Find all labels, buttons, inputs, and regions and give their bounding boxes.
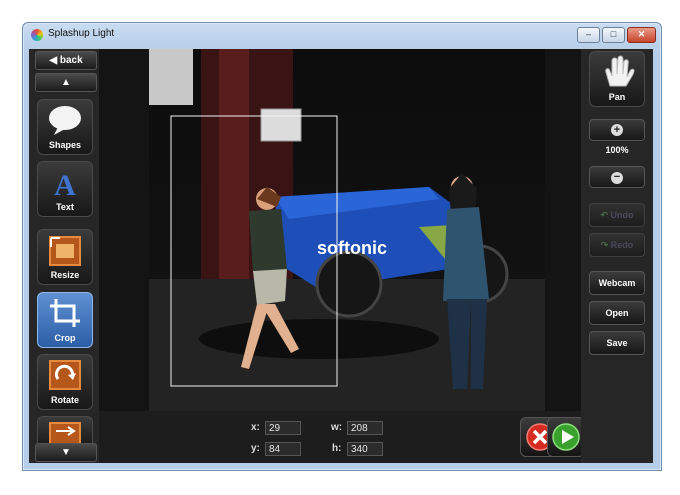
save-label: Save <box>606 338 628 348</box>
height-field[interactable]: 340 <box>347 442 383 456</box>
webcam-button[interactable]: Webcam <box>589 271 645 295</box>
shapes-tool-button[interactable]: Shapes <box>37 99 93 155</box>
pan-label: Pan <box>608 92 626 102</box>
options-sidebar: Pan + 100% − ↶ Undo ↷ Redo Webcam Open S… <box>581 49 653 463</box>
x-label: x: <box>251 422 260 433</box>
crop-coordinates-bar: x: 29 w: 208 y: 84 h: 340 <box>99 411 581 463</box>
app-logo-icon <box>31 29 43 41</box>
photo: softonic <box>149 49 545 411</box>
rotate-tool-button[interactable]: Rotate <box>37 354 93 410</box>
crop-tool-label: Crop <box>54 333 76 343</box>
w-label: w: <box>331 422 343 433</box>
play-arrow-icon <box>552 423 580 451</box>
x-field[interactable]: 29 <box>265 421 301 435</box>
y-label: y: <box>251 443 260 454</box>
y-field[interactable]: 84 <box>265 442 301 456</box>
undo-label: Undo <box>610 210 634 220</box>
tools-sidebar: ◀ back ▲ Shapes A Text Resize Crop Rotat… <box>29 49 99 463</box>
back-button[interactable]: ◀ back <box>35 51 97 70</box>
scroll-up-button[interactable]: ▲ <box>35 73 97 92</box>
maximize-button[interactable]: □ <box>602 27 625 43</box>
svg-text:A: A <box>54 169 76 202</box>
webcam-label: Webcam <box>598 278 636 288</box>
redo-button[interactable]: ↷ Redo <box>589 233 645 257</box>
minimize-button[interactable]: – <box>577 27 600 43</box>
letter-a-icon: A <box>54 169 76 202</box>
close-button[interactable]: ✕ <box>627 27 656 43</box>
undo-icon: ↶ <box>600 210 609 220</box>
shapes-tool-label: Shapes <box>48 140 81 150</box>
redo-label: Redo <box>610 240 634 250</box>
arrow-up-icon: ▲ <box>61 77 71 88</box>
zoom-in-button[interactable]: + <box>589 119 645 141</box>
app-window: Splashup Light – □ ✕ ◀ back ▲ Shapes A T… <box>22 22 662 471</box>
scroll-down-button[interactable]: ▼ <box>35 443 97 462</box>
client-area: ◀ back ▲ Shapes A Text Resize Crop Rotat… <box>29 49 653 463</box>
zoom-out-button[interactable]: − <box>589 166 645 188</box>
apply-button[interactable] <box>547 417 585 457</box>
speech-bubble-icon <box>49 106 81 135</box>
crop-icon <box>50 299 80 327</box>
bike-brand-text: softonic <box>317 238 387 258</box>
window-title: Splashup Light <box>48 28 115 39</box>
text-tool-button[interactable]: A Text <box>37 161 93 217</box>
open-button[interactable]: Open <box>589 301 645 325</box>
back-label: back <box>59 55 83 66</box>
arrow-left-icon: ◀ <box>49 55 58 66</box>
open-label: Open <box>605 308 629 318</box>
redo-icon: ↷ <box>600 240 609 250</box>
zoom-in-icon: + <box>611 124 623 136</box>
zoom-level: 100% <box>605 145 629 155</box>
undo-button[interactable]: ↶ Undo <box>589 203 645 227</box>
resize-tool-button[interactable]: Resize <box>37 229 93 285</box>
save-button[interactable]: Save <box>589 331 645 355</box>
title-bar: Splashup Light – □ ✕ <box>23 23 661 47</box>
arrow-down-icon: ▼ <box>61 447 71 458</box>
width-field[interactable]: 208 <box>347 421 383 435</box>
text-tool-label: Text <box>56 202 74 212</box>
image-canvas[interactable]: softonic <box>99 49 581 411</box>
rotate-icon <box>49 360 81 390</box>
rotate-tool-label: Rotate <box>50 395 79 405</box>
resize-tool-label: Resize <box>50 270 80 280</box>
zoom-out-icon: − <box>611 172 623 184</box>
pan-tool-button[interactable]: Pan <box>589 51 645 107</box>
resize-frame-icon <box>49 236 81 266</box>
crop-tool-button[interactable]: Crop <box>37 292 93 348</box>
h-label: h: <box>332 443 342 454</box>
photo-scene: softonic <box>149 49 545 411</box>
hand-icon <box>605 55 635 87</box>
